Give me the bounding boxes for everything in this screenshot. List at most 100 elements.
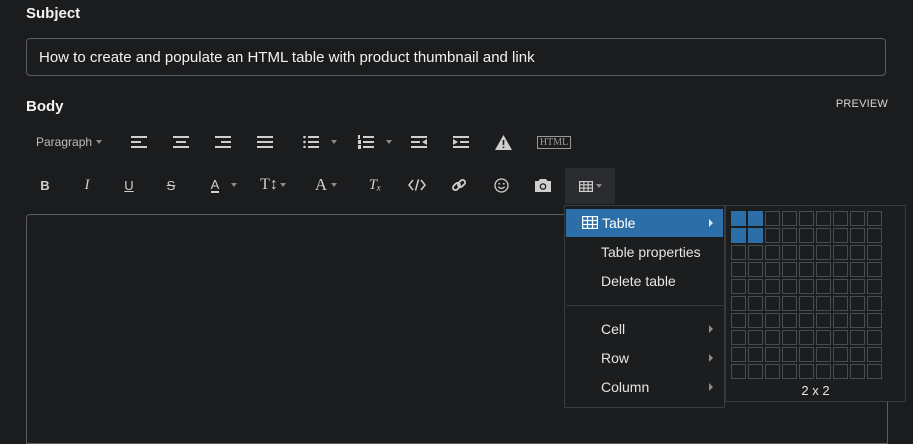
grid-cell[interactable] <box>765 347 780 362</box>
grid-cell[interactable] <box>833 228 848 243</box>
grid-cell[interactable] <box>765 313 780 328</box>
font-size-button[interactable]: T↕ <box>258 170 288 200</box>
grid-cell[interactable] <box>748 313 763 328</box>
grid-cell[interactable] <box>731 262 746 277</box>
grid-cell[interactable] <box>765 330 780 345</box>
clear-format-button[interactable]: Tₓ <box>366 170 384 200</box>
menu-item-table-properties[interactable]: Table properties <box>566 238 723 266</box>
code-button[interactable] <box>408 170 426 200</box>
grid-cell[interactable] <box>799 245 814 260</box>
grid-cell[interactable] <box>748 330 763 345</box>
menu-item-row[interactable]: Row <box>566 344 723 372</box>
grid-cell[interactable] <box>748 245 763 260</box>
grid-cell[interactable] <box>799 211 814 226</box>
grid-cell[interactable] <box>799 330 814 345</box>
grid-cell[interactable] <box>816 228 831 243</box>
menu-item-column[interactable]: Column <box>566 373 723 401</box>
grid-cell[interactable] <box>765 364 780 379</box>
grid-cell[interactable] <box>799 296 814 311</box>
grid-cell[interactable] <box>765 211 780 226</box>
grid-cell[interactable] <box>816 347 831 362</box>
emoji-button[interactable] <box>492 170 510 200</box>
grid-cell[interactable] <box>765 245 780 260</box>
html-button[interactable]: HTML <box>536 127 572 157</box>
menu-item-cell[interactable]: Cell <box>566 315 723 343</box>
table-button[interactable] <box>565 168 615 204</box>
warning-button[interactable] <box>494 127 512 157</box>
grid-cell[interactable] <box>816 279 831 294</box>
grid-cell[interactable] <box>816 211 831 226</box>
grid-cell[interactable] <box>850 347 865 362</box>
grid-cell[interactable] <box>748 211 763 226</box>
numbered-list-button[interactable] <box>354 127 396 157</box>
grid-cell[interactable] <box>731 364 746 379</box>
text-color-button[interactable]: A <box>204 170 244 200</box>
grid-cell[interactable] <box>799 364 814 379</box>
grid-cell[interactable] <box>867 245 882 260</box>
grid-cell[interactable] <box>867 313 882 328</box>
align-center-button[interactable] <box>172 127 190 157</box>
grid-cell[interactable] <box>731 245 746 260</box>
grid-cell[interactable] <box>850 296 865 311</box>
grid-cell[interactable] <box>799 279 814 294</box>
link-button[interactable] <box>450 170 468 200</box>
grid-cell[interactable] <box>816 364 831 379</box>
font-family-button[interactable]: A <box>311 170 341 200</box>
strikethrough-button[interactable]: S <box>164 170 178 200</box>
italic-button[interactable]: I <box>80 170 94 200</box>
grid-cell[interactable] <box>799 313 814 328</box>
grid-cell[interactable] <box>782 364 797 379</box>
grid-cell[interactable] <box>833 245 848 260</box>
grid-cell[interactable] <box>748 279 763 294</box>
align-right-button[interactable] <box>214 127 232 157</box>
grid-cell[interactable] <box>833 211 848 226</box>
bold-button[interactable]: B <box>38 170 52 200</box>
grid-cell[interactable] <box>816 330 831 345</box>
grid-cell[interactable] <box>782 211 797 226</box>
grid-cell[interactable] <box>816 313 831 328</box>
grid-cell[interactable] <box>833 296 848 311</box>
grid-cell[interactable] <box>765 228 780 243</box>
grid-cell[interactable] <box>850 262 865 277</box>
grid-cell[interactable] <box>765 296 780 311</box>
grid-cell[interactable] <box>731 347 746 362</box>
grid-cell[interactable] <box>782 330 797 345</box>
grid-cell[interactable] <box>833 330 848 345</box>
outdent-button[interactable] <box>410 127 428 157</box>
grid-cell[interactable] <box>867 279 882 294</box>
grid-cell[interactable] <box>816 296 831 311</box>
grid-cell[interactable] <box>765 262 780 277</box>
camera-button[interactable] <box>534 170 552 200</box>
menu-item-delete-table[interactable]: Delete table <box>566 267 723 295</box>
grid-cell[interactable] <box>731 279 746 294</box>
preview-button[interactable]: PREVIEW <box>836 98 888 110</box>
grid-cell[interactable] <box>850 245 865 260</box>
grid-cell[interactable] <box>748 364 763 379</box>
grid-cell[interactable] <box>833 313 848 328</box>
grid-cell[interactable] <box>850 313 865 328</box>
underline-button[interactable]: U <box>122 170 136 200</box>
grid-cell[interactable] <box>782 347 797 362</box>
grid-cell[interactable] <box>850 228 865 243</box>
grid-cell[interactable] <box>731 228 746 243</box>
grid-cell[interactable] <box>731 211 746 226</box>
menu-item-table[interactable]: Table <box>566 209 723 237</box>
align-left-button[interactable] <box>130 127 148 157</box>
subject-input[interactable]: How to create and populate an HTML table… <box>26 38 886 76</box>
grid-cell[interactable] <box>816 245 831 260</box>
grid-cell[interactable] <box>833 279 848 294</box>
grid-cell[interactable] <box>867 330 882 345</box>
grid-cell[interactable] <box>867 228 882 243</box>
grid-cell[interactable] <box>867 262 882 277</box>
grid-cell[interactable] <box>833 262 848 277</box>
grid-cell[interactable] <box>867 296 882 311</box>
bullet-list-button[interactable] <box>299 127 341 157</box>
grid-cell[interactable] <box>799 228 814 243</box>
grid-cell[interactable] <box>782 313 797 328</box>
indent-button[interactable] <box>452 127 470 157</box>
grid-cell[interactable] <box>833 347 848 362</box>
grid-cell[interactable] <box>799 262 814 277</box>
grid-cell[interactable] <box>765 279 780 294</box>
grid-cell[interactable] <box>731 330 746 345</box>
grid-cell[interactable] <box>867 347 882 362</box>
